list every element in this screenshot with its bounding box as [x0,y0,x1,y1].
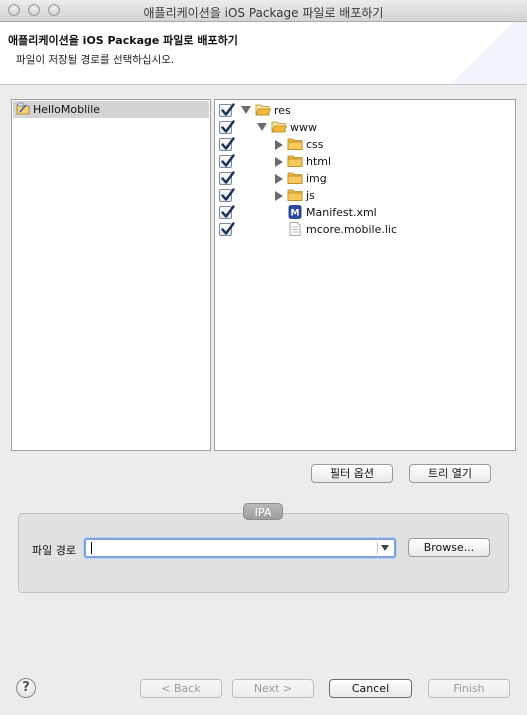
browse-button[interactable]: Browse... [408,538,490,557]
wizard-description: 파일이 저장될 경로를 선택하십시오. [16,54,175,66]
checkmark-icon [221,188,235,201]
ipa-group-label: IPA [243,503,283,520]
open-folder-icon [255,104,271,116]
project-list[interactable]: HelloMoblile [11,99,211,451]
collapse-arrow-icon[interactable] [257,123,267,131]
wizard-header: 애플리케이션을 iOS Package 파일로 배포하기 파일이 저장될 경로를… [0,22,527,85]
checkmark-icon [221,171,235,184]
tree-checkbox[interactable] [219,222,235,236]
tree-row[interactable]: img [215,170,495,187]
tree-row[interactable]: js [215,187,495,204]
checkmark-icon [221,137,235,150]
project-item-label: HelloMoblile [33,103,101,116]
project-item[interactable]: HelloMoblile [13,101,209,118]
manifest-file-icon: M [288,205,302,219]
tree-row[interactable]: css [215,136,495,153]
tree-checkbox[interactable] [219,188,235,202]
checkmark-icon [221,103,235,116]
header-banner-image [437,22,527,84]
window-titlebar: 애플리케이션을 iOS Package 파일로 배포하기 [0,0,527,22]
tree-checkbox[interactable] [219,137,235,151]
tree-item-label: www [290,121,317,134]
text-cursor [91,542,92,554]
tree-row[interactable]: www [215,119,495,136]
next-button[interactable]: Next > [232,679,314,698]
tree-row[interactable]: M Manifest.xml [215,204,495,221]
tree-checkbox[interactable] [219,103,235,117]
folder-icon [287,155,303,167]
tree-item-label: img [306,172,327,185]
cancel-button[interactable]: Cancel [329,679,412,698]
checkmark-icon [221,222,235,235]
file-tree[interactable]: res www css html img js M Manifest.xml mcore.mob… [214,99,516,451]
tree-item-label: css [306,138,324,151]
collapse-arrow-icon[interactable] [241,106,251,114]
expand-arrow-icon[interactable] [275,174,283,184]
file-path-combobox[interactable] [84,538,396,558]
checkmark-icon [221,205,235,218]
dropdown-arrow-icon[interactable] [377,542,392,554]
wizard-title: 애플리케이션을 iOS Package 파일로 배포하기 [8,34,238,47]
tree-row[interactable]: res [215,102,495,119]
folder-icon [287,138,303,150]
open-tree-button[interactable]: 트리 열기 [409,464,491,483]
tree-item-label: html [306,155,332,168]
tree-item-label: js [306,189,315,202]
tree-item-label: res [274,104,291,117]
folder-icon [287,172,303,184]
tree-checkbox[interactable] [219,120,235,134]
project-icon [16,102,30,115]
tree-checkbox[interactable] [219,171,235,185]
finish-button[interactable]: Finish [428,679,510,698]
expand-arrow-icon[interactable] [275,157,283,167]
window-title: 애플리케이션을 iOS Package 파일로 배포하기 [143,6,384,20]
expand-arrow-icon[interactable] [275,191,283,201]
filter-options-button[interactable]: 필터 옵션 [311,464,393,483]
svg-text:M: M [291,209,300,219]
file-icon [289,222,301,236]
back-button[interactable]: < Back [140,679,222,698]
tree-item-label: mcore.mobile.lic [306,223,398,236]
help-icon[interactable]: ? [16,678,36,698]
checkmark-icon [221,154,235,167]
folder-icon [287,189,303,201]
tree-checkbox[interactable] [219,205,235,219]
tree-checkbox[interactable] [219,154,235,168]
open-folder-icon [271,121,287,133]
tree-row[interactable]: mcore.mobile.lic [215,221,495,238]
file-path-label: 파일 경로 [32,544,76,557]
checkmark-icon [221,120,235,133]
expand-arrow-icon[interactable] [275,140,283,150]
tree-row[interactable]: html [215,153,495,170]
tree-item-label: Manifest.xml [306,206,377,219]
